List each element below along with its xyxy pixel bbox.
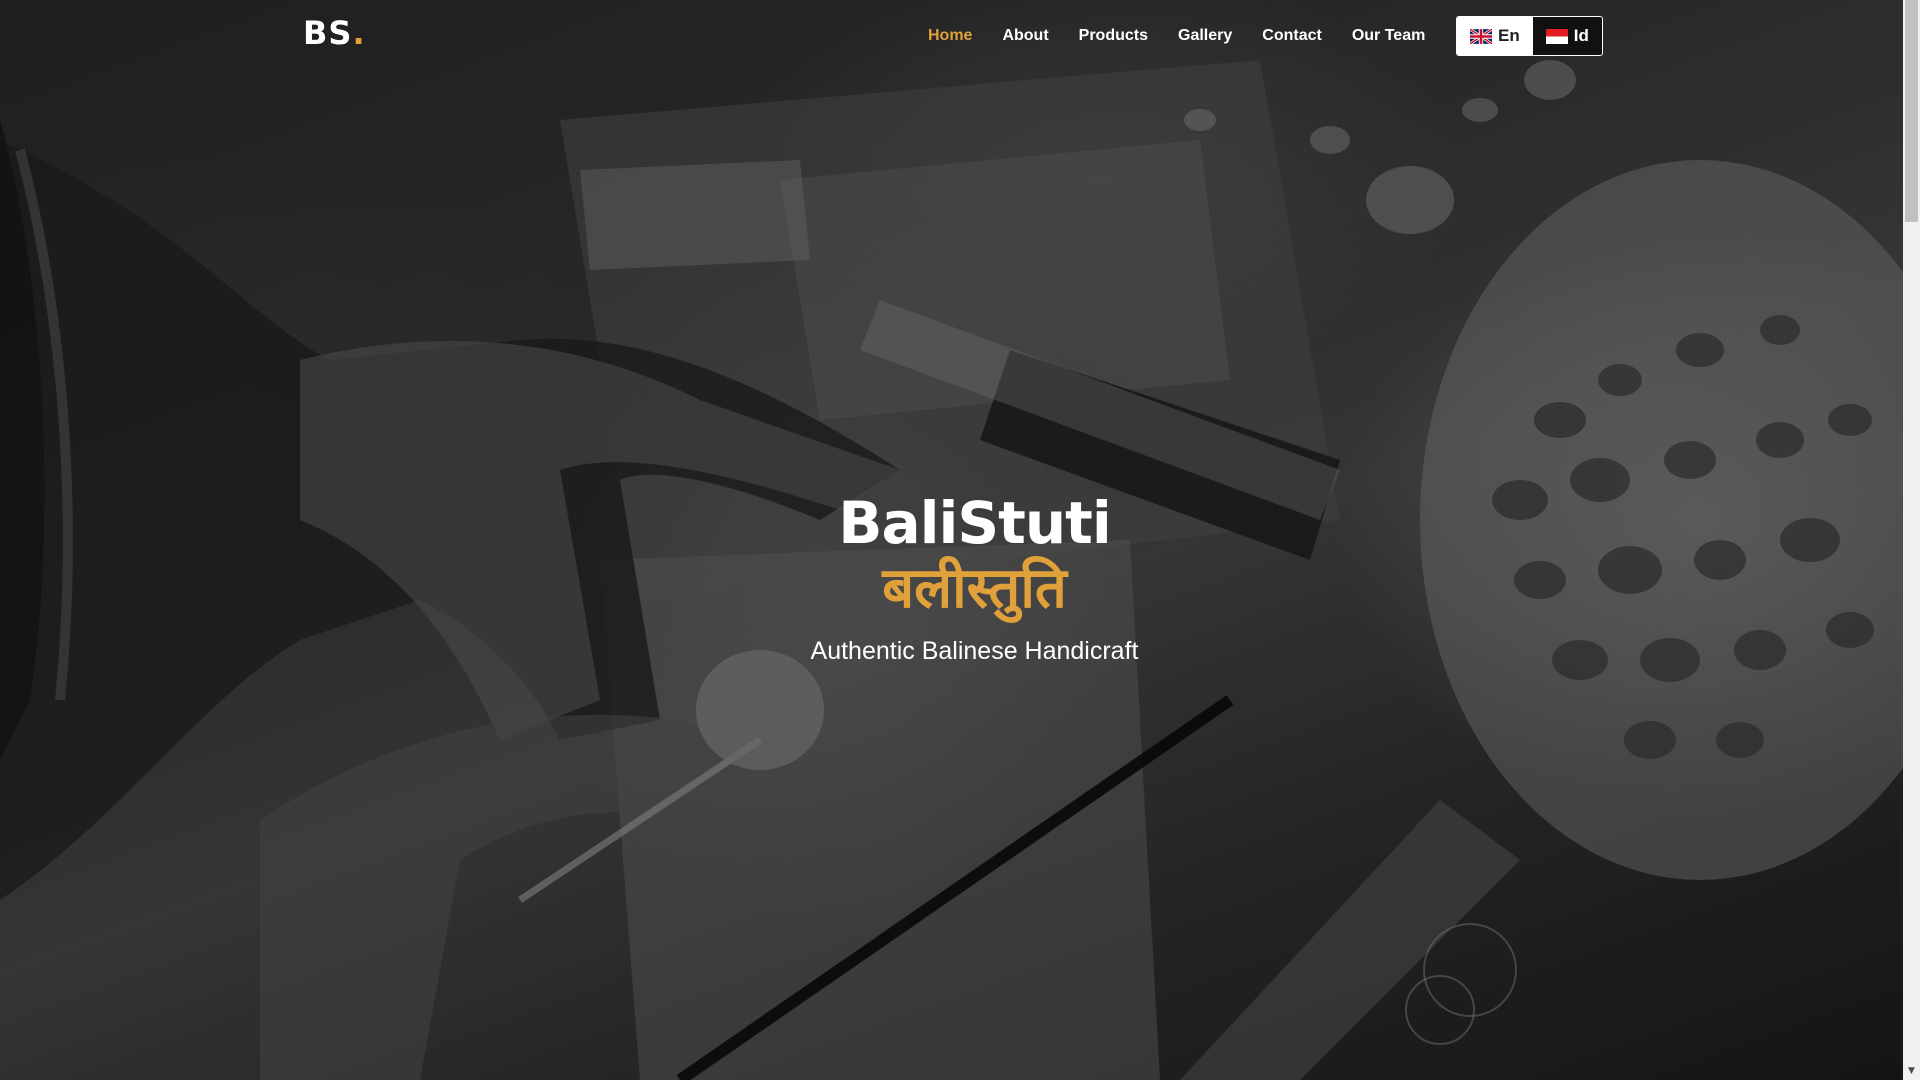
language-en-label: En bbox=[1498, 26, 1520, 45]
logo-text: BS bbox=[303, 14, 353, 52]
nav-home[interactable]: Home bbox=[928, 25, 972, 47]
language-id-button[interactable]: Id bbox=[1532, 17, 1602, 55]
language-switcher: En Id bbox=[1456, 16, 1603, 56]
nav-contact[interactable]: Contact bbox=[1262, 25, 1322, 47]
logo-dot: . bbox=[352, 14, 366, 52]
indonesia-flag-icon bbox=[1545, 28, 1568, 44]
nav-about[interactable]: About bbox=[1002, 25, 1048, 47]
scrollbar-thumb[interactable] bbox=[1905, 0, 1918, 222]
language-en-button[interactable]: En bbox=[1457, 17, 1533, 55]
main-nav: Home About Products Gallery Contact Our … bbox=[928, 25, 1455, 47]
uk-flag-icon bbox=[1469, 27, 1493, 45]
navbar: BS. Home About Products Gallery Contact … bbox=[0, 0, 1903, 72]
nav-gallery[interactable]: Gallery bbox=[1178, 25, 1232, 47]
logo[interactable]: BS. bbox=[303, 14, 366, 52]
scroll-down-arrow-icon[interactable]: ▼ bbox=[1903, 1063, 1920, 1080]
nav-our-team[interactable]: Our Team bbox=[1352, 25, 1426, 47]
language-id-label: Id bbox=[1573, 26, 1589, 45]
vertical-scrollbar[interactable]: ▼ bbox=[1903, 0, 1920, 1080]
hero-title-script: बलीस्तुति bbox=[882, 556, 1067, 621]
nav-products[interactable]: Products bbox=[1079, 25, 1148, 47]
hero-tagline: Authentic Balinese Handicraft bbox=[810, 637, 1139, 665]
hero-title: BaliStuti bbox=[838, 489, 1112, 557]
hero-content: BaliStuti बलीस्तुति Authentic Balinese H… bbox=[0, 490, 1903, 668]
page: BS. Home About Products Gallery Contact … bbox=[0, 0, 1903, 1080]
